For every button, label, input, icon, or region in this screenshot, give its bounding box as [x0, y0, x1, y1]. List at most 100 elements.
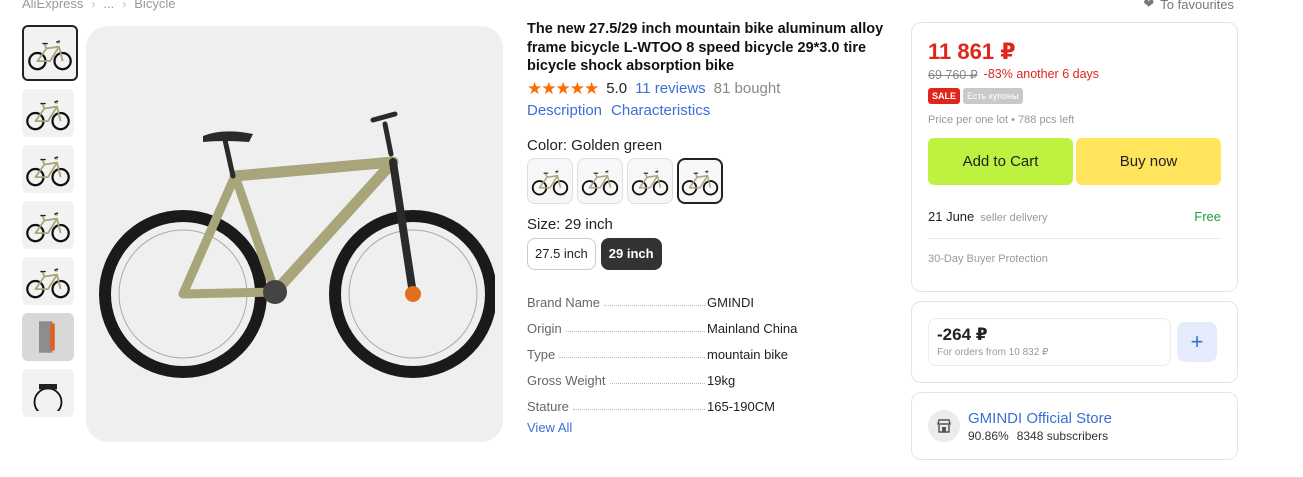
bike-swatch-image [631, 169, 669, 195]
store-icon [928, 410, 960, 442]
store-subscribers: 8348 subscribers [1016, 428, 1109, 443]
add-to-cart-button[interactable]: Add to Cart [928, 138, 1073, 185]
dot-leader [572, 408, 705, 410]
bike-thumbnail-image [26, 267, 70, 299]
bike-thumbnail-image [26, 99, 70, 131]
thumbnail-1[interactable] [22, 25, 78, 81]
breadcrumb-item-home[interactable]: AliExpress [22, 0, 83, 11]
breadcrumb: AliExpress › ... › Bicycle [22, 0, 175, 11]
size-option-29[interactable]: 29 inch [600, 237, 662, 270]
spec-value: Mainland China [707, 320, 798, 336]
product-title: The new 27.5/29 inch mountain bike alumi… [527, 21, 884, 74]
delivery-cost: Free [1194, 209, 1221, 224]
coupon-amount: -264 ₽ [937, 325, 988, 344]
spec-row: Origin Mainland China [527, 310, 887, 336]
tab-characteristics[interactable]: Characteristics [611, 102, 710, 119]
add-coupon-button[interactable]: + [1177, 322, 1217, 362]
spec-key: Stature [527, 398, 569, 414]
size-option-27-5[interactable]: 27.5 inch [527, 237, 596, 270]
sale-badge: SALE [928, 88, 961, 104]
breadcrumb-item-bicycle[interactable]: Bicycle [134, 0, 175, 11]
color-option-golden-green[interactable] [677, 157, 723, 204]
spec-key: Type [527, 346, 556, 362]
color-option-1[interactable] [527, 157, 573, 204]
rating-stars-icon: ★★★★★ [527, 78, 599, 98]
delivery-row[interactable]: 21 June seller delivery Free [928, 209, 1221, 224]
spec-value: 19kg [707, 372, 736, 388]
delivery-date: 21 June [928, 209, 975, 224]
spec-key: Origin [527, 320, 562, 336]
coupon[interactable]: -264 ₽ For orders from 10 832 ₽ [928, 318, 1171, 366]
thumbnail-7[interactable] [22, 369, 74, 417]
old-price-row: 69 760 ₽ -83% another 6 days [928, 67, 1221, 82]
detail-thumbnail-image [33, 384, 63, 411]
size-label: Size: 29 inch [527, 215, 613, 233]
dot-leader [603, 304, 705, 306]
heart-icon: ❤ [1143, 0, 1155, 11]
reviews-link[interactable]: 11 reviews [635, 80, 706, 97]
chevron-right-icon: › [122, 0, 127, 11]
spec-value: mountain bike [707, 346, 788, 362]
thumbnail-4[interactable] [22, 201, 74, 249]
bike-image [98, 111, 495, 378]
bike-thumbnail-image [28, 39, 72, 71]
buyer-protection[interactable]: 30-Day Buyer Protection [928, 253, 1221, 265]
action-buttons: Add to Cart Buy now [928, 138, 1221, 185]
price-per-lot: Price per one lot • 788 pcs left [928, 114, 1075, 126]
buy-now-button[interactable]: Buy now [1076, 138, 1221, 185]
rating-value: 5.0 [606, 80, 628, 97]
store-meta: 90.86% 8348 subscribers [968, 429, 1112, 443]
info-tabs: Description Characteristics [527, 102, 887, 119]
thumbnail-2[interactable] [22, 89, 74, 137]
bike-swatch-image [681, 169, 719, 195]
spec-row: Type mountain bike [527, 336, 887, 362]
breadcrumb-item-ellipsis[interactable]: ... [103, 0, 114, 11]
delivery-method: seller delivery [980, 212, 1048, 224]
favourites-label: To favourites [1160, 0, 1234, 12]
bike-thumbnail-image [26, 155, 70, 187]
spec-key: Gross Weight [527, 372, 606, 388]
badges: SALE Есть купоны [928, 88, 1221, 104]
view-all-link[interactable]: View All [527, 420, 572, 435]
spec-row: Brand Name GMINDI [527, 284, 887, 310]
favourites-button[interactable]: ❤ To favourites [1143, 0, 1234, 12]
thumbnail-list [22, 25, 78, 417]
coupons-badge: Есть купоны [963, 88, 1023, 104]
purchase-card: 11 861 ₽ 69 760 ₽ -83% another 6 days SA… [911, 22, 1238, 292]
spec-value: 165-190CM [707, 398, 775, 414]
bike-swatch-image [581, 169, 619, 195]
chevron-right-icon: › [91, 0, 96, 11]
spec-key: Brand Name [527, 294, 600, 310]
color-options [527, 157, 887, 204]
product-info: The new 27.5/29 inch mountain bike alumi… [527, 20, 887, 437]
store-name[interactable]: GMINDI Official Store [968, 410, 1112, 427]
bike-thumbnail-image [26, 211, 70, 243]
store-card[interactable]: GMINDI Official Store 90.86% 8348 subscr… [911, 392, 1238, 460]
thumbnail-5[interactable] [22, 257, 74, 305]
spec-row: Stature 165-190CM [527, 388, 887, 414]
rating-row: ★★★★★ 5.0 11 reviews 81 bought [527, 79, 887, 99]
color-option-2[interactable] [577, 157, 623, 204]
store-rating: 90.86% [968, 428, 1009, 443]
bought-count: 81 bought [713, 80, 781, 97]
spec-list: Brand Name GMINDI Origin Mainland China … [527, 284, 887, 414]
main-product-image[interactable] [86, 26, 503, 442]
discount-text: -83% another 6 days [983, 67, 1100, 81]
old-price: 69 760 ₽ [928, 68, 978, 82]
coupon-condition: For orders from 10 832 ₽ [937, 347, 1049, 358]
dot-leader [565, 330, 705, 332]
dot-leader [559, 356, 705, 358]
color-label: Color: Golden green [527, 136, 663, 154]
plus-icon: + [1190, 329, 1204, 354]
tab-description[interactable]: Description [527, 102, 602, 119]
size-options: 27.5 inch 29 inch [527, 237, 887, 270]
bike-swatch-image [531, 169, 569, 195]
color-option-3[interactable] [627, 157, 673, 204]
thumbnail-6[interactable] [22, 313, 74, 361]
coupon-card: -264 ₽ For orders from 10 832 ₽ + [911, 301, 1238, 383]
thumbnail-3[interactable] [22, 145, 74, 193]
dot-leader [609, 382, 705, 384]
detail-thumbnail-image [39, 321, 55, 353]
divider [928, 238, 1221, 239]
current-price: 11 861 ₽ [928, 39, 1016, 64]
